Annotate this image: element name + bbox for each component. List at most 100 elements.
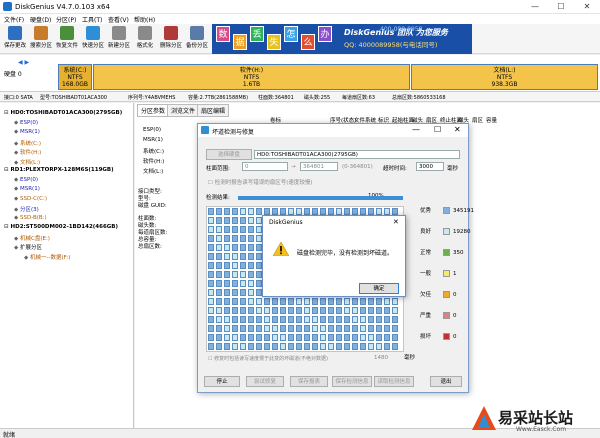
sector-block [232,298,238,305]
tree-partition-node[interactable]: ◆ MSR(1) [14,186,40,192]
table-row[interactable]: MSR(1) [143,137,163,143]
toolbar-button[interactable]: 恢复文件 [55,25,79,52]
column-header[interactable]: 扇区 [472,116,483,124]
toolbar-button[interactable]: 删除分区 [159,25,183,52]
toolbar-button[interactable]: 保存更改 [3,25,27,52]
tree-node-label: 系统(C:) [19,140,41,147]
column-header[interactable]: 容量 [486,116,497,124]
toolbar-button[interactable]: 新建分区 [107,25,131,52]
toolbar-button[interactable]: 格式化 [133,25,157,52]
report-errors-checkbox[interactable]: ☐ 检测时报告读写错误的扇区号(速度较慢) [208,178,312,186]
sector-block [384,334,390,341]
tree-disk-node[interactable]: ⊟ HD2:ST500DM002-1BD142(466GB) [4,224,118,230]
tree-partition-node[interactable]: ◆ 机械C盘(E:) [14,234,50,242]
dialog-action-button[interactable]: 尝试修复 [246,376,284,387]
sector-block [304,208,310,215]
tree-partition-node[interactable]: ◆ ESP(0) [14,177,38,183]
sector-block [248,217,254,224]
sector-block [240,325,246,332]
dialog-maximize-button[interactable]: ☐ [434,125,441,134]
select-disk-button[interactable]: 选择硬盘 [206,149,252,160]
timeout-input[interactable]: 3000 [416,162,444,171]
ok-button[interactable]: 确定 [359,283,399,294]
table-row[interactable]: ESP(0) [143,127,161,133]
toolbar-button[interactable]: 快速分区 [81,25,105,52]
sector-block [384,325,390,332]
partition-c[interactable]: 系统(C:) NTFS 168.0GB [58,64,92,90]
range-to-input[interactable]: 364801 [300,162,338,171]
banner-tile: 数 [216,26,230,42]
sector-block [360,334,366,341]
partition-name: 系统(C:) [63,67,87,74]
table-row[interactable]: 系统(C:) [143,147,164,155]
menu-file[interactable]: 文件(F) [4,15,24,24]
tab-browse-files[interactable]: 浏览文件 [167,104,200,117]
sector-block [256,325,262,332]
legend-item: 严重 0 [420,311,457,319]
tree-disk-node[interactable]: ⊟ HD0:TOSHIBADT01ACA300(2795GB) [4,110,122,116]
legend-count: 19280 [453,229,471,235]
message-close-button[interactable]: ✕ [393,218,399,226]
menu-partition[interactable]: 分区(P) [56,15,76,24]
tree-partition-node[interactable]: ◆ 机械一--数据(F:) [24,253,70,261]
tree-partition-node[interactable]: ◆ MSR(1) [14,129,40,135]
dialog-minimize-button[interactable]: — [412,125,420,134]
toolbar-button[interactable]: 备份分区 [185,25,209,52]
tab-sector-edit[interactable]: 扇区编辑 [197,104,230,117]
menu-disk[interactable]: 硬盘(D) [30,15,51,24]
tree-partition-node[interactable]: ◆ 扩展分区 [14,243,42,251]
dialog-action-button[interactable]: 保存检测信息 [332,376,372,387]
tree-partition-node[interactable]: ◆ SSD-C(C:) [14,196,47,202]
sector-block [280,334,286,341]
minimize-button[interactable]: — [522,0,548,14]
sector-block [224,325,230,332]
sector-block [208,307,214,314]
menu-help[interactable]: 帮助(H) [134,15,155,24]
ad-banner[interactable]: DiskGenius 团队 为您服务 QQ: 4000089958(与电话同号)… [212,24,472,54]
partition-h[interactable]: 软件(H:) NTFS 1.6TB [93,64,410,90]
sector-block [360,307,366,314]
nav-arrows[interactable]: ◀ ▶ [18,59,29,66]
repair-slow-checkbox[interactable]: ☐ 修复时包括读写速度慢于此变的坏磁道(不绝对数据) [208,355,328,362]
tree-partition-node[interactable]: ◆ 文档(L:) [14,158,40,166]
table-row[interactable]: 文档(L:) [143,167,163,175]
tree-node-label: 机械C盘(E:) [19,235,50,242]
tree-partition-node[interactable]: ◆ 系统(C:) [14,139,41,147]
tree-partition-node[interactable]: ◆ SSD-B(B:) [14,215,47,221]
sector-block [232,271,238,278]
watermark-text: 易采站长站 [498,409,574,427]
tree-partition-node[interactable]: ◆ 分区(3) [14,205,39,213]
dialog-action-button[interactable]: 退出 [430,376,462,387]
sector-block [224,343,230,350]
sector-block [312,208,318,215]
menu-tools[interactable]: 工具(T) [82,15,102,24]
title-bar: DiskGenius V4.7.0.103 x64 — ☐ ✕ [0,0,600,14]
legend-item: 损坏 0 [420,332,457,340]
timeout-label: 超时时间: [383,166,407,172]
table-row[interactable]: 软件(H:) [143,157,164,165]
toolbar-button[interactable]: 搜索分区 [29,25,53,52]
dialog-action-button[interactable]: 保存报表 [290,376,328,387]
banner-number: 400-008-9958 [380,26,423,33]
tree-disk-node[interactable]: ⊟ RD1:PLEXTORPX-128M6S(119GB) [4,167,114,173]
dialog-action-button[interactable]: 读取检测信息 [374,376,414,387]
tab-partition-params[interactable]: 分区参数 [137,104,170,117]
menu-view[interactable]: 查看(V) [108,15,129,24]
dialog-action-button[interactable]: 停止 [204,376,240,387]
close-button[interactable]: ✕ [574,0,600,14]
tree-partition-node[interactable]: ◆ ESP(0) [14,120,38,126]
sector-block [216,298,222,305]
sector-block [344,316,350,323]
sector-block [376,298,382,305]
sector-block [248,298,254,305]
range-from-input[interactable]: 0 [242,162,288,171]
partition-l[interactable]: 文档(L:) NTFS 938.3GB [411,64,598,90]
maximize-button[interactable]: ☐ [548,0,574,14]
tree-partition-node[interactable]: ◆ 软件(H:) [14,148,41,156]
sector-block [216,253,222,260]
sector-block [240,307,246,314]
dialog-close-button[interactable]: ✕ [454,125,461,134]
legend-count: 345191 [453,208,475,214]
sector-block [280,208,286,215]
sector-block [240,316,246,323]
